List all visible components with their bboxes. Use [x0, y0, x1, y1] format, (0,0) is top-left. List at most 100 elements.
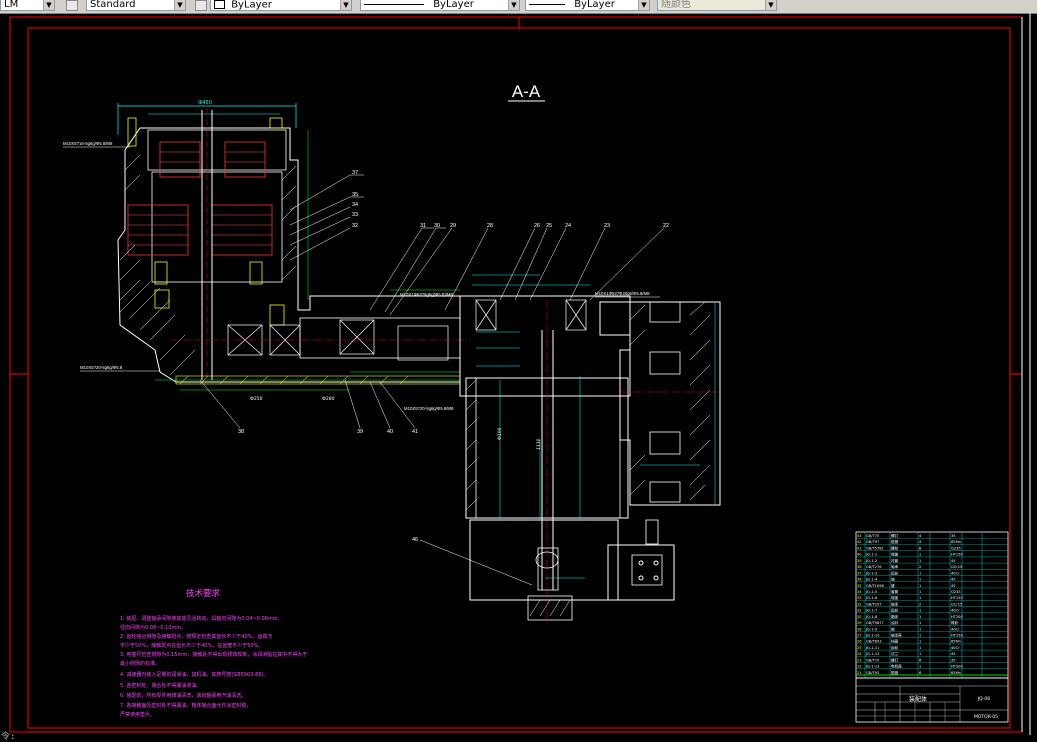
bom-cell: GCr15 [951, 565, 962, 569]
partial-style-dropdown[interactable]: LM ▼ [0, 0, 55, 11]
text-style-icon[interactable] [66, 0, 78, 11]
color-dropdown[interactable]: ByLayer ▼ [210, 0, 352, 11]
bom-cell: GB/T70 [866, 534, 880, 538]
spec-labels: M10X5?16-5g6g/Ф5.8/M8 M10X5?20-5g6g/Ф5.8… [63, 141, 650, 411]
bom-cell: 27 [857, 633, 862, 637]
color-swatch-icon [214, 0, 225, 9]
bom-cell: 31 [857, 609, 862, 613]
bom-cell: 6 [919, 658, 922, 662]
layer-properties-icon[interactable] [195, 0, 207, 11]
spec-label-3: M10X5?20-5g6g/Ф5.8/M8 [404, 406, 454, 411]
bom-cell: 34 [857, 590, 862, 594]
bom-cell: 衬套 [891, 558, 899, 563]
bom-cell: JQ-1-10 [865, 633, 880, 637]
tech-line: 1. 装配、调整轴承间隙使其能灵活转动，具轴向间隙为0.04~0.06mm, [120, 615, 280, 622]
bom-cell: GB/T9877 [866, 621, 884, 625]
dim-top-label: Ф450 [198, 100, 212, 106]
tech-line: 2. 齿轮啮合侧隙及接触斑点，按规定检查其齿长不少于40%，齿高方 [120, 633, 272, 640]
callout-32: 32 [352, 223, 358, 229]
bom-cell: 30 [857, 615, 862, 619]
bom-cell: 24 [857, 652, 862, 656]
linetype-dropdown[interactable]: ByLayer ▼ [360, 0, 520, 11]
callout-29: 29 [450, 223, 456, 229]
bom-cell: 1 [919, 621, 921, 625]
bom-cell: JQ-1-6 [865, 596, 878, 600]
plotstyle-dropdown[interactable]: 随颜色 ▼ [657, 0, 777, 11]
tech-line: 4. 减速器内装入足量的润滑油，如机油，其牌号按(GB5903-86)。 [120, 671, 268, 678]
bom-cell: 轴承 [891, 564, 899, 569]
bom-cell: 齿轮 [891, 645, 899, 650]
bom-cell: Q235 [951, 590, 961, 594]
bom-cell: 28 [857, 627, 862, 631]
bom-cell: 油封 [891, 620, 899, 625]
bom-cell: GB/T893 [866, 640, 882, 644]
bom-cell: HT150 [951, 633, 963, 637]
chevron-down-icon[interactable]: ▼ [638, 0, 649, 10]
dim-vertical-label-2: 1130 [536, 438, 542, 450]
motor-column-assembly: Ф100 1130 [459, 274, 675, 625]
bom-cell: 21 [857, 671, 862, 675]
title-block-drawing-no: MOTOR-05 [974, 714, 998, 720]
bom-cell: 45 [951, 652, 956, 656]
chevron-down-icon[interactable]: ▼ [174, 0, 185, 10]
bom-cell: 65Mn [951, 640, 961, 644]
bom-cell: 45 [951, 584, 956, 588]
lineweight-dropdown[interactable]: ByLayer ▼ [525, 0, 650, 11]
tech-line: 6. 装配前，所有零件用煤油清洗，滚动轴承用汽油清洗。 [120, 692, 246, 699]
bom-cell: JQ-1-9 [865, 627, 878, 631]
title-block: 装配体 JQ-06 MOTOR-05 [855, 677, 1009, 723]
spec-label-1: M10X5?16-5g6g/Ф5.8/M8 [63, 141, 113, 146]
chevron-down-icon[interactable]: ▼ [765, 0, 776, 10]
callout-38: 38 [238, 429, 244, 435]
bom-cell: GCr15 [951, 602, 962, 606]
gearbox-assembly: Ф450 Ф250 Ф280 [117, 100, 470, 402]
drawing-canvas[interactable]: A-A Ф450 Ф250 Ф280 Ф100 1130 37 35 34 33… [0, 13, 1037, 735]
bom-cell: GB/T1096 [866, 584, 885, 588]
bom-cell: 垫圈 [891, 670, 899, 675]
bom-cell: JQ-1-7 [865, 609, 877, 613]
bom-cell: JQ-1-5 [865, 590, 877, 594]
bom-cell: 29 [857, 621, 862, 625]
dim-bottom-label-2: Ф280 [322, 396, 335, 402]
bom-cell: 1 [919, 627, 921, 631]
bom-cell: 65Mn [951, 671, 961, 675]
chevron-down-icon[interactable]: ▼ [340, 0, 351, 10]
lineweight-sample-icon [529, 3, 565, 5]
bom-cell: 齿轮 [891, 570, 899, 575]
bom-cell: 挡圈 [891, 639, 899, 644]
callout-39: 39 [357, 429, 363, 435]
bom-cell: GB/T5781 [866, 546, 884, 550]
tech-line: 径向间隙为0.08~0.10mm。 [120, 624, 186, 631]
callout-28: 28 [487, 223, 493, 229]
bom-cell: 41 [857, 546, 862, 550]
callout-37: 37 [352, 170, 358, 176]
bom-cell: 22 [857, 665, 862, 669]
bom-cell: 4 [919, 534, 922, 538]
plotstyle-value: 随颜色 [661, 0, 691, 10]
spec-label-5: M10X1Ф63?5g6g(Ф5.8)/M8 [400, 292, 453, 297]
chevron-down-icon[interactable]: ▼ [43, 0, 54, 10]
bom-cell: 1 [919, 665, 921, 669]
bom-cell: HT200 [951, 665, 963, 669]
bom-cell: 8 [919, 546, 922, 550]
bom-cell: 23 [857, 658, 862, 662]
bom-cell: 橡胶 [951, 620, 959, 625]
bom-cell: 35 [951, 658, 956, 662]
bom-cell: 1 [919, 609, 921, 613]
bom-cell: GB/T297 [866, 602, 882, 606]
tech-line: 严禁使用垫片。 [120, 711, 155, 718]
spec-label-2: M10X5?20-5g6g/Ф5.8 [80, 365, 123, 370]
command-line[interactable]: 令: [1, 732, 15, 742]
bom-cell: 螺钉 [891, 657, 899, 662]
callout-35: 35 [352, 192, 358, 198]
bom-cell: 2 [919, 602, 921, 606]
bom-cell: JQ-1-2 [865, 559, 877, 563]
bom-cell: JQ-1-3 [865, 571, 877, 575]
bom-cell: 端盖 [891, 552, 899, 557]
bom-cell: 1 [919, 640, 921, 644]
tech-line: 5. 各密封处、接合处不得漏油渗油。 [120, 682, 201, 689]
color-value: ByLayer [231, 0, 272, 11]
text-style-dropdown[interactable]: Standard ▼ [86, 0, 186, 11]
chevron-down-icon[interactable]: ▼ [508, 0, 519, 10]
tech-line: 3. 用塞尺检查侧隙为0.15mm，接触处不得出现锈蚀现象，涂润滑脂在其中不得大… [120, 651, 307, 658]
